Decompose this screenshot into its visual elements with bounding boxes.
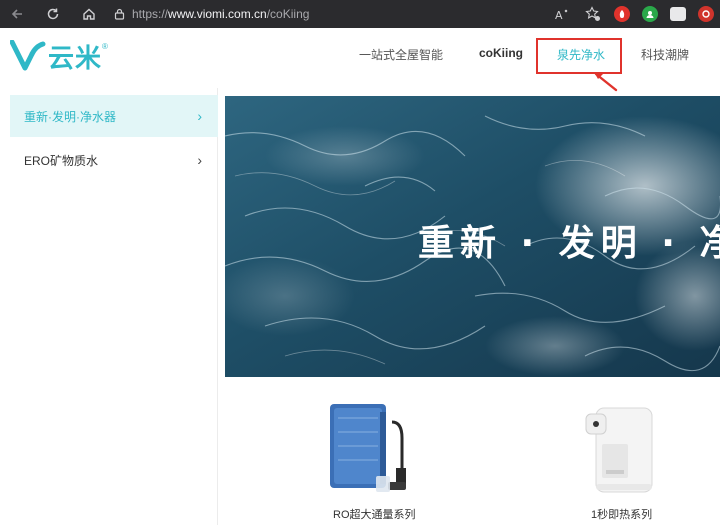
chevron-right-icon: › — [197, 152, 202, 168]
url-host: www.viomi.com.cn — [168, 7, 267, 21]
instant-hot-dispenser-image[interactable] — [582, 404, 658, 496]
chevron-right-icon: › — [197, 108, 202, 124]
hero-banner[interactable]: 重新 · 发明 · 净 — [225, 96, 720, 377]
back-arrow-icon[interactable] — [6, 3, 28, 25]
sidebar-item-label: ERO矿物质水 — [24, 153, 99, 168]
sidebar-item-label: 重新·发明·净水器 — [24, 109, 116, 124]
site-header: 云米 ® 一站式全屋智能 coKiing 泉先净水 科技潮牌 — [0, 28, 720, 92]
sidebar-item-reinvent[interactable]: 重新·发明·净水器 › — [10, 95, 218, 137]
lock-icon — [112, 7, 126, 21]
sidebar-item-ero[interactable]: ERO矿物质水 › — [10, 139, 218, 181]
favorite-star-icon[interactable] — [584, 5, 602, 23]
banner-headline: 重新 · 发明 · 净 — [418, 223, 720, 264]
home-icon[interactable] — [78, 3, 100, 25]
nav-item-whole-home[interactable]: 一站式全屋智能 — [359, 46, 443, 63]
extension-red-icon[interactable] — [614, 6, 630, 22]
url-scheme: https:// — [132, 7, 169, 21]
nav-item-tech-brand[interactable]: 科技潮牌 — [641, 46, 689, 63]
url-path: /coKiing — [266, 7, 310, 21]
read-aloud-icon[interactable]: A — [554, 5, 572, 23]
extension-green-icon[interactable] — [642, 6, 658, 22]
browser-toolbar: https://www.viomi.com.cn/coKiing A — [0, 0, 720, 28]
annotation-arrow-icon — [594, 72, 618, 92]
product-ro-label[interactable]: RO超大通量系列 — [333, 506, 416, 522]
reload-icon[interactable] — [42, 3, 64, 25]
nav-item-cokiing[interactable]: coKiing — [479, 46, 523, 60]
ro-purifier-image[interactable] — [326, 398, 408, 498]
extension-box-icon[interactable] — [670, 7, 686, 21]
toolbar-actions: A — [554, 3, 714, 25]
category-sidebar: 重新·发明·净水器 › ERO矿物质水 › — [0, 88, 218, 525]
svg-text:A: A — [555, 9, 563, 21]
extension-pink-icon[interactable] — [698, 6, 714, 22]
product-instant-hot-label[interactable]: 1秒即热系列 — [591, 506, 652, 522]
address-bar[interactable]: https://www.viomi.com.cn/coKiing — [104, 3, 584, 25]
